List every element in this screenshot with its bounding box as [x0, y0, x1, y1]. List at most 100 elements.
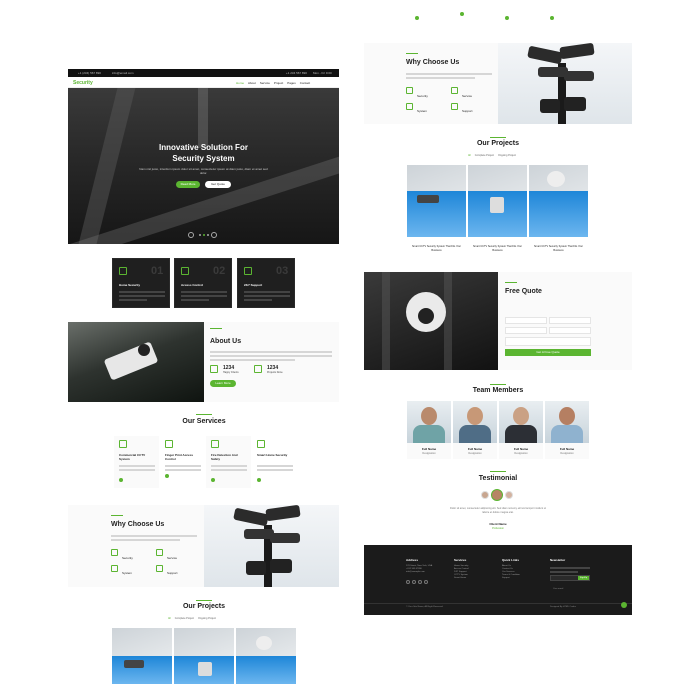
service-arrow-icon[interactable] — [460, 12, 464, 16]
project-image[interactable] — [236, 628, 296, 684]
cctv-icon — [119, 440, 127, 448]
project-filters-left: All Complete Project Ongoing Project — [168, 617, 216, 620]
nav-project[interactable]: Project — [274, 81, 283, 85]
filter-all[interactable]: All — [468, 154, 471, 157]
team-card[interactable]: Full Name Designation — [499, 401, 543, 459]
twitter-icon[interactable] — [406, 580, 410, 584]
nav-pages[interactable]: Pages — [287, 81, 296, 85]
note-field[interactable]: Special Note — [505, 337, 591, 352]
footer-link[interactable]: Access Control — [454, 568, 469, 570]
service-arrow-icon[interactable] — [257, 478, 261, 482]
filter-all[interactable]: All — [168, 617, 171, 620]
nav-contact[interactable]: Contact — [300, 81, 310, 85]
team-card[interactable]: Full Name Designation — [407, 401, 451, 459]
nav-bar: Security Home About Service Project Page… — [68, 77, 403, 88]
service-icon — [156, 549, 163, 556]
testimonial-role: Profession — [492, 527, 504, 530]
project-filters-right: All Complete Project Ongoing Project — [468, 154, 516, 157]
footer-col3-title: Quick Links — [502, 558, 520, 562]
back-to-top-icon[interactable] — [621, 602, 627, 608]
logo[interactable]: Security — [73, 80, 93, 86]
facebook-icon[interactable] — [412, 580, 416, 584]
nav-service[interactable]: Service — [260, 81, 270, 85]
testimonial-avatar[interactable] — [505, 491, 513, 499]
support-icon — [451, 103, 458, 110]
service-icon — [451, 87, 458, 94]
project-image[interactable] — [112, 628, 172, 684]
youtube-icon[interactable] — [418, 580, 422, 584]
support-icon — [244, 267, 252, 275]
service-arrow-icon[interactable] — [119, 478, 123, 482]
service-arrow-icon[interactable] — [550, 16, 554, 20]
service-card[interactable]: Finger Print Access Control — [160, 436, 205, 488]
mobile-field[interactable]: Your Mobile — [505, 327, 547, 342]
projects-icon — [254, 365, 262, 373]
why-title: Why Choose Us — [111, 521, 165, 528]
service-title: Finger Print Access Control — [165, 453, 194, 461]
service-card[interactable]: Smart Home Security — [252, 436, 296, 488]
project-card[interactable]: Smart CCTV Security System That Fits You… — [468, 165, 527, 257]
hero-read-more-button[interactable]: Read More — [176, 181, 200, 188]
service-arrow-icon[interactable] — [211, 478, 215, 482]
team-card[interactable]: Full Name Designation — [453, 401, 497, 459]
project-card[interactable]: Smart CCTV Security System That Fits You… — [529, 165, 588, 257]
service-card[interactable]: Fire Detection And Safety — [206, 436, 251, 488]
support-icon — [156, 565, 163, 572]
service-arrow-icon[interactable] — [505, 16, 509, 20]
footer-link[interactable]: Smart Home — [454, 577, 469, 579]
stat-2-label: Projects Done — [267, 371, 283, 374]
about-learn-more-button[interactable]: Learn More — [210, 380, 236, 387]
filter-complete[interactable]: Complete Project — [175, 617, 194, 620]
feature-card-3[interactable]: 03 24/7 Support — [237, 258, 295, 308]
filter-ongoing[interactable]: Ongoing Project — [498, 154, 516, 157]
filter-complete[interactable]: Complete Project — [475, 154, 494, 157]
feature-title: Access Control — [181, 283, 204, 287]
copyright: © Your Site Name, All Right Reserved. — [406, 606, 444, 608]
project-image[interactable] — [174, 628, 234, 684]
team-role: Designation — [422, 452, 436, 455]
footer-link[interactable]: Contact Us — [502, 568, 520, 570]
team-name: Full Name — [467, 447, 483, 451]
access-control-icon — [181, 267, 189, 275]
footer-link[interactable]: Our Services — [502, 571, 520, 573]
footer-link[interactable]: Support — [502, 577, 520, 579]
nav-about[interactable]: About — [248, 81, 256, 85]
footer-link[interactable]: 24/7 Support — [454, 571, 469, 573]
newsletter-signup-button[interactable]: SignUp — [578, 576, 589, 580]
feature-card-2[interactable]: 02 Access Control — [174, 258, 232, 308]
why-title: Why Choose Us — [406, 59, 460, 66]
nav-home[interactable]: Home — [236, 81, 244, 85]
services-strip-partial — [407, 0, 589, 24]
quote-title: Free Quote — [505, 288, 542, 295]
service-arrow-icon[interactable] — [415, 16, 419, 20]
hero-get-quote-button[interactable]: Get Quote — [205, 181, 231, 188]
team-photo — [453, 401, 497, 443]
testimonial-avatar[interactable] — [481, 491, 489, 499]
service-card[interactable]: Commercial CCTV System — [114, 436, 159, 488]
email-field[interactable]: Your Email — [549, 317, 591, 332]
service-select[interactable]: Select A Service — [549, 327, 591, 342]
footer-link[interactable]: Terms & Condition — [502, 574, 520, 576]
filter-ongoing[interactable]: Ongoing Project — [198, 617, 216, 620]
name-field[interactable]: Your Name — [505, 317, 547, 332]
quote-submit-button[interactable]: Get A Free Quote — [505, 349, 591, 356]
prev-slide-icon[interactable] — [188, 232, 194, 238]
footer-link[interactable]: CCTV System — [454, 574, 469, 576]
footer-link[interactable]: About Us — [502, 565, 520, 567]
linkedin-icon[interactable] — [424, 580, 428, 584]
testimonial-avatar-active[interactable] — [491, 489, 503, 501]
footer-col4-title: Newsletter — [550, 558, 566, 562]
project-card[interactable]: Smart CCTV Security System That Fits You… — [407, 165, 466, 257]
services-grid: Commercial CCTV System Finger Print Acce… — [114, 436, 296, 488]
stat-1-label: Happy Clients — [223, 371, 239, 374]
footer-link[interactable]: Home Security — [454, 565, 469, 567]
testimonial-title: Testimonial — [478, 475, 518, 482]
footer-email: info@example.com — [406, 571, 425, 573]
service-arrow-icon[interactable] — [165, 474, 169, 478]
hero-desc: Nam nisl justo, interdum ipsum dolor sit… — [139, 167, 268, 175]
team-card[interactable]: Full Name Designation — [545, 401, 589, 459]
next-slide-icon[interactable] — [211, 232, 217, 238]
team-name: Full Name — [513, 447, 529, 451]
feature-card-1[interactable]: 01 Home Security — [112, 258, 170, 308]
why-image-right — [498, 43, 632, 124]
